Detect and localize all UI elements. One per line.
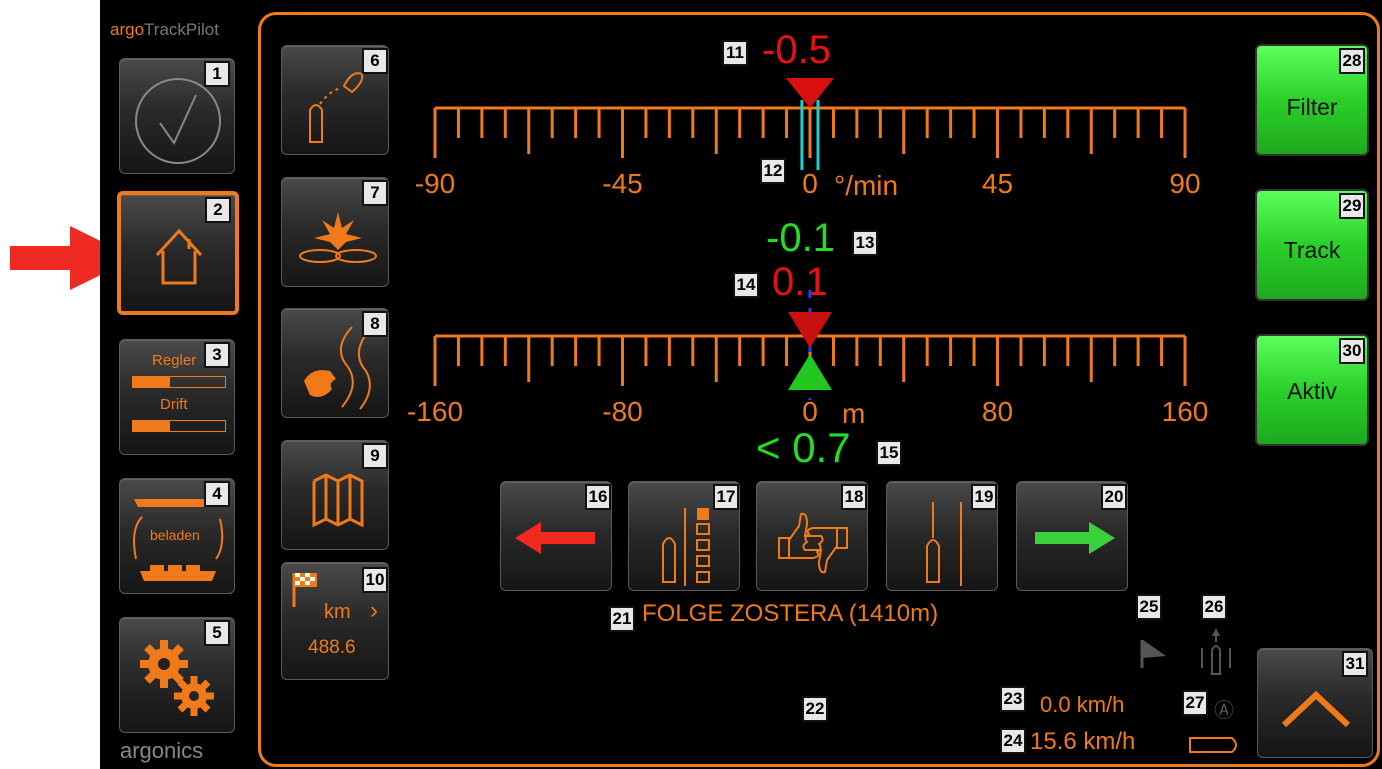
- badge: 18: [841, 484, 867, 510]
- steer-left-button[interactable]: 16: [500, 481, 612, 591]
- badge: 17: [713, 484, 739, 510]
- badge: 9: [362, 443, 388, 469]
- badge: 13: [852, 230, 878, 256]
- turn-tick-label: 0: [802, 168, 818, 199]
- offset-actual-marker: [788, 354, 832, 390]
- badge: 15: [876, 440, 902, 466]
- convoy-button[interactable]: 17: [628, 481, 740, 591]
- turn-tick-label: -90: [414, 168, 456, 199]
- turn-rate-value: -0.5: [762, 28, 831, 72]
- drift-bar: [132, 420, 226, 432]
- offset-tick-label: -160: [406, 396, 464, 427]
- regler-label: Regler: [152, 352, 197, 369]
- badge: 21: [609, 606, 635, 632]
- badge: 26: [1201, 594, 1227, 620]
- controller-drift-button[interactable]: Regler Drift 3: [119, 339, 235, 455]
- badge: 5: [204, 620, 230, 646]
- badge: 7: [362, 180, 388, 206]
- turn-readout: -0.1: [766, 216, 835, 260]
- offset-setpoint-marker: [788, 312, 832, 348]
- offset-scale: [433, 290, 1187, 400]
- turn-unit: °/min: [834, 170, 899, 201]
- badge: 2: [205, 197, 231, 223]
- turn-tick-label: 45: [981, 168, 1014, 199]
- active-label: Aktiv: [1287, 378, 1337, 404]
- filter-button[interactable]: Filter 28: [1255, 44, 1369, 156]
- brand-footer: argonics: [120, 738, 204, 763]
- turn-tick-label: -45: [602, 168, 643, 199]
- turn-tick-label: 90: [1169, 168, 1201, 199]
- track-label: Track: [1283, 237, 1341, 263]
- badge: 31: [1342, 651, 1368, 677]
- turn-setpoint-marker: [786, 78, 834, 108]
- load-state-button[interactable]: beladen 4: [119, 478, 235, 594]
- settings-button[interactable]: 5: [119, 617, 235, 733]
- load-label: beladen: [150, 527, 200, 543]
- collapse-up-button[interactable]: 31: [1257, 648, 1373, 758]
- track-button[interactable]: Track 29: [1255, 189, 1369, 301]
- badge: 25: [1136, 594, 1162, 620]
- status-text: FOLGE ZOSTERA (1410m): [642, 600, 939, 627]
- auto-mode-icon: Ⓐ: [1214, 700, 1234, 722]
- steer-right-button[interactable]: 20: [1016, 481, 1128, 591]
- drift-label: Drift: [160, 396, 188, 413]
- km-target-button[interactable]: km › 488.6 10: [281, 562, 389, 680]
- offset-tick-label: 160: [1161, 396, 1209, 427]
- badge: 8: [362, 311, 388, 337]
- offset-tick-label: -80: [602, 396, 643, 427]
- badge: 10: [362, 567, 388, 593]
- badge: 12: [760, 158, 786, 184]
- active-button[interactable]: Aktiv 30: [1255, 334, 1369, 446]
- km-value: 488.6: [308, 637, 356, 658]
- km-unit: km: [324, 601, 351, 623]
- badge: 6: [362, 48, 388, 74]
- badge: 27: [1182, 690, 1208, 716]
- badge: 23: [1000, 686, 1026, 712]
- badge: 4: [204, 481, 230, 507]
- status-check-button[interactable]: 1: [119, 58, 235, 174]
- speed-through-water: 15.6 km/h: [1030, 728, 1136, 755]
- home-button[interactable]: 2: [117, 191, 239, 315]
- flag-icon: [1140, 640, 1166, 668]
- confirm-reject-button[interactable]: 18: [756, 481, 868, 591]
- regler-bar: [132, 376, 226, 388]
- badge: 19: [971, 484, 997, 510]
- badge: 16: [585, 484, 611, 510]
- badge: 29: [1339, 193, 1365, 219]
- badge: 1: [204, 61, 230, 87]
- brand-logo: argoTrackPilot: [110, 20, 219, 39]
- hull-icon: [1189, 737, 1237, 753]
- badge: 20: [1101, 484, 1127, 510]
- vessel-align-icon: [1201, 628, 1231, 675]
- deviation-readout: < 0.7: [756, 424, 851, 471]
- chevron-right-icon: ›: [370, 597, 378, 624]
- badge: 22: [802, 696, 828, 722]
- manual-steer-button[interactable]: 8: [281, 308, 389, 418]
- badge: 11: [722, 40, 748, 66]
- offset-tick-label: 80: [981, 396, 1014, 427]
- badge: 3: [204, 342, 230, 368]
- filter-label: Filter: [1286, 94, 1338, 120]
- badge: 30: [1339, 338, 1365, 364]
- turn-rate-scale: [433, 78, 1187, 170]
- badge: 24: [1000, 728, 1026, 754]
- speed-over-ground: 0.0 km/h: [1040, 692, 1125, 717]
- anchor-track-button[interactable]: 6: [281, 45, 389, 155]
- track-line-button[interactable]: 19: [886, 481, 998, 591]
- collision-button[interactable]: 7: [281, 177, 389, 287]
- badge: 28: [1339, 48, 1365, 74]
- map-button[interactable]: 9: [281, 440, 389, 550]
